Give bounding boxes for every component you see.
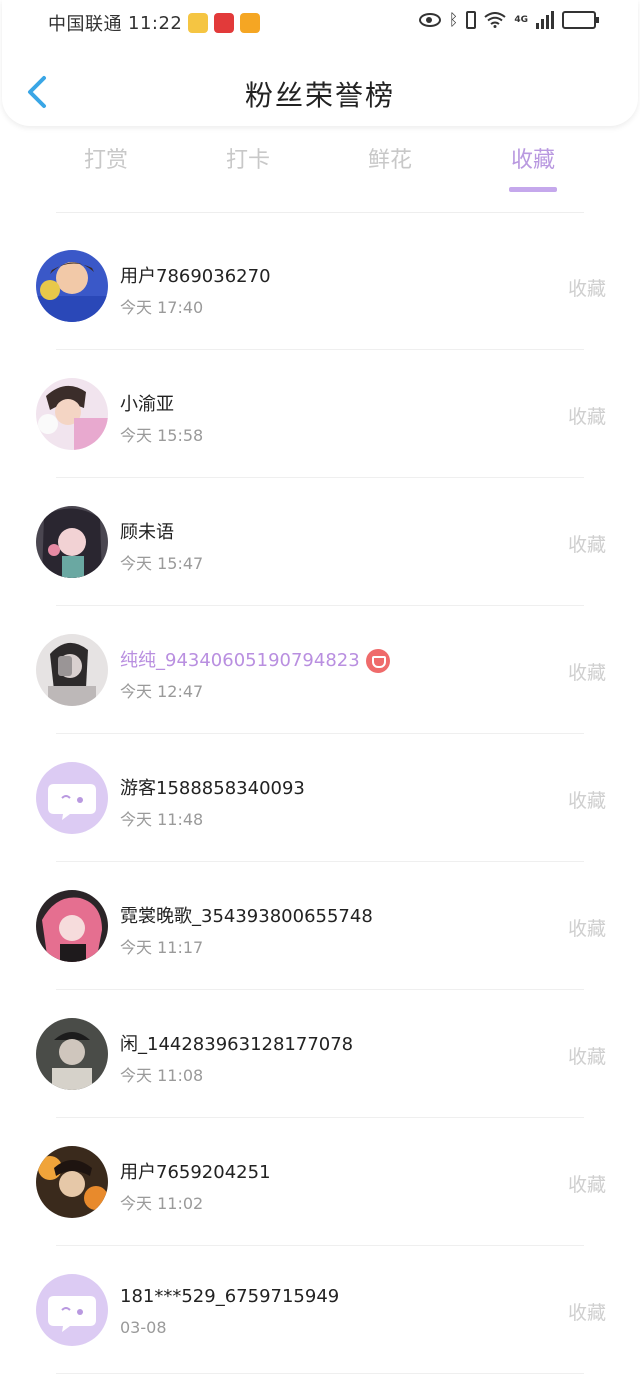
favorite-label: 收藏 (567, 790, 606, 812)
favorite-label: 收藏 (567, 662, 606, 684)
signal-icon (536, 10, 554, 29)
avatar[interactable] (36, 1146, 108, 1218)
list-item[interactable]: 游客1588858340093 今天 11:48 收藏 (0, 734, 640, 862)
favorite-label: 收藏 (567, 1174, 606, 1196)
fan-time: 03-08 (120, 1318, 167, 1337)
wifi-icon (484, 11, 506, 28)
list-item[interactable]: 顾未语 今天 15:47 收藏 (0, 478, 640, 606)
fan-name: 霓裳晚歌_354393800655748 (120, 906, 373, 927)
fan-time: 今天 11:02 (120, 1194, 204, 1213)
favorite-label: 收藏 (567, 278, 606, 300)
list-item[interactable]: 用户7659204251 今天 11:02 收藏 (0, 1118, 640, 1246)
fan-name: 游客1588858340093 (120, 778, 305, 799)
fan-time: 今天 11:08 (120, 1066, 204, 1085)
list-item[interactable]: 用户7869036270 今天 17:40 收藏 (0, 222, 640, 350)
favorite-label: 收藏 (567, 406, 606, 428)
avatar[interactable] (36, 378, 108, 450)
fan-name: 闲_1442839631281770​78 (120, 1034, 354, 1055)
app-notification-icon (214, 13, 235, 33)
avatar[interactable] (36, 890, 108, 962)
active-tab-indicator (509, 187, 557, 192)
divider (56, 1373, 584, 1374)
avatar[interactable] (36, 634, 108, 706)
page-title: 粉丝荣誉榜 (244, 79, 395, 112)
favorite-label: 收藏 (567, 1046, 606, 1068)
app-notification-icon (188, 13, 209, 33)
list-item[interactable]: 霓裳晚歌_354393800655748 今天 11:17 收藏 (0, 862, 640, 990)
list-item[interactable]: 闲_1442839631281770​78 今天 11:08 收藏 (0, 990, 640, 1118)
fan-name: 181***529_6759715949 (120, 1286, 340, 1307)
list-item[interactable]: 小渝亚 今天 15:58 收藏 (0, 350, 640, 478)
tab-favorites[interactable]: 收藏 (483, 142, 583, 174)
battery-icon (562, 10, 599, 29)
fan-name-text: 纯纯_94340605190794823 (120, 650, 360, 671)
avatar[interactable] (36, 1018, 108, 1090)
carrier-label: 中国联通 (48, 14, 122, 35)
fan-time: 今天 15:58 (120, 426, 204, 445)
fan-time: 今天 11:48 (120, 810, 204, 829)
bluetooth-icon: ᛒ (448, 10, 459, 29)
vibrate-icon (466, 10, 477, 29)
vip-badge-icon (365, 649, 390, 673)
eye-icon (418, 12, 441, 27)
fan-name: 纯纯_94340605190794823 (120, 646, 390, 673)
list-item[interactable]: 纯纯_94340605190794823 今天 12:47 收藏 (0, 606, 640, 734)
status-bar: 中国联通 11:22 ᛒ 4G (0, 0, 640, 44)
avatar[interactable] (36, 506, 108, 578)
favorite-label: 收藏 (567, 534, 606, 556)
tab-bar: 打赏 打卡 鲜花 收藏 (0, 142, 640, 194)
favorite-label: 收藏 (567, 918, 606, 940)
fan-name: 顾未语 (120, 522, 174, 543)
network-type-label: 4G (514, 14, 528, 25)
default-avatar[interactable] (36, 762, 108, 834)
fan-time: 今天 11:17 (120, 938, 204, 957)
status-time: 11:22 (128, 12, 183, 34)
fan-time: 今天 12:47 (120, 682, 204, 701)
weibo-notification-icon (240, 13, 261, 33)
default-avatar[interactable] (36, 1274, 108, 1346)
fan-name: 用户7659204251 (120, 1162, 271, 1183)
fan-name: 用户7869036270 (120, 266, 271, 287)
avatar[interactable] (36, 250, 108, 322)
fan-time: 今天 17:40 (120, 298, 204, 317)
fan-name: 小渝亚 (120, 394, 174, 415)
divider (56, 212, 584, 213)
fan-time: 今天 15:47 (120, 554, 204, 573)
tab-reward[interactable]: 打赏 (56, 142, 156, 174)
list-item[interactable]: 181***529_6759715949 03-08 收藏 (0, 1246, 640, 1374)
favorite-label: 收藏 (567, 1302, 606, 1324)
tab-flowers[interactable]: 鲜花 (340, 142, 440, 174)
tab-checkin[interactable]: 打卡 (198, 142, 298, 174)
